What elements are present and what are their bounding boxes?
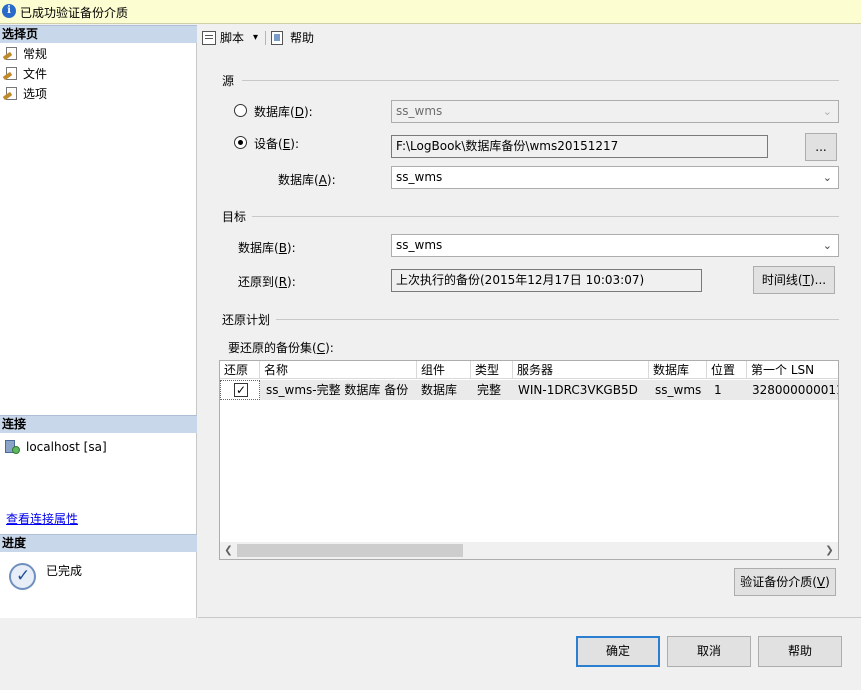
column-header-name[interactable]: 名称 bbox=[260, 361, 417, 379]
table-cell-name: ss_wms-完整 数据库 备份 bbox=[260, 380, 417, 400]
page-settings-icon bbox=[2, 87, 19, 101]
device-radio[interactable] bbox=[234, 136, 247, 149]
page-item-files[interactable]: 文件 bbox=[2, 65, 48, 83]
chevron-down-icon: ⌄ bbox=[822, 239, 832, 252]
progress-header: 进度 bbox=[0, 534, 197, 552]
table-cell-server: WIN-1DRC3VKGB5D bbox=[513, 380, 649, 400]
divider bbox=[276, 319, 839, 320]
toolbar: 脚本 ▾ 帮助 bbox=[198, 25, 861, 51]
view-connection-properties-link[interactable]: 查看连接属性 bbox=[6, 510, 78, 527]
verify-media-button[interactable]: 验证备份介质(V) bbox=[734, 568, 836, 596]
table-cell-component: 数据库 bbox=[417, 380, 471, 400]
server-name: localhost [sa] bbox=[26, 440, 107, 454]
column-header-type[interactable]: 类型 bbox=[471, 361, 513, 379]
divider bbox=[198, 617, 861, 618]
column-header-component[interactable]: 组件 bbox=[417, 361, 471, 379]
help-toolbar-button[interactable]: 帮助 bbox=[290, 29, 314, 47]
column-header-position[interactable]: 位置 bbox=[707, 361, 747, 379]
page-item-label: 常规 bbox=[23, 47, 48, 61]
table-cell-first-lsn: 32800000001112 bbox=[747, 380, 838, 400]
horizontal-scrollbar[interactable]: ❮ ❯ bbox=[220, 542, 838, 559]
chevron-down-icon: ⌄ bbox=[822, 171, 832, 184]
chevron-down-icon: ⌄ bbox=[822, 105, 832, 118]
restore-to-field[interactable]: 上次执行的备份(2015年12月17日 10:03:07) bbox=[391, 269, 702, 292]
database-radio[interactable] bbox=[234, 104, 247, 117]
page-item-general[interactable]: 常规 bbox=[2, 45, 48, 63]
restore-to-label: 还原到(R): bbox=[238, 275, 296, 289]
completed-check-icon: ✓ bbox=[9, 563, 36, 590]
device-path-field[interactable]: F:\LogBook\数据库备份\wms20151217 bbox=[391, 135, 768, 158]
toolbar-divider bbox=[265, 31, 266, 45]
column-header-server[interactable]: 服务器 bbox=[513, 361, 649, 379]
info-icon: i bbox=[2, 4, 16, 18]
cancel-button[interactable]: 取消 bbox=[667, 636, 751, 667]
left-panel: 选择页 常规 文件 选项 连接 localhost [sa] 查看连接属性 进度… bbox=[0, 25, 197, 618]
select-page-header: 选择页 bbox=[0, 25, 197, 43]
scrollbar-thumb[interactable] bbox=[237, 544, 463, 557]
table-cell-type: 完整 bbox=[471, 380, 513, 400]
target-group-label: 目标 bbox=[222, 210, 247, 224]
restore-checkbox[interactable]: ✓ bbox=[234, 383, 248, 397]
page-settings-icon bbox=[2, 47, 19, 61]
page-item-options[interactable]: 选项 bbox=[2, 85, 48, 103]
source-db-select[interactable]: ss_wms ⌄ bbox=[391, 166, 839, 189]
divider bbox=[252, 216, 839, 217]
page-item-label: 选项 bbox=[23, 87, 48, 101]
browse-button[interactable]: ... bbox=[805, 133, 837, 161]
page-settings-icon bbox=[2, 67, 19, 81]
table-cell-database: ss_wms bbox=[649, 380, 707, 400]
target-db-label: 数据库(B): bbox=[238, 241, 296, 255]
left-footer bbox=[0, 618, 197, 690]
server-connection: localhost [sa] bbox=[4, 438, 107, 456]
divider bbox=[242, 80, 839, 81]
scroll-right-icon[interactable]: ❯ bbox=[821, 542, 838, 559]
column-header-database[interactable]: 数据库 bbox=[649, 361, 707, 379]
progress-status: 已完成 bbox=[46, 564, 83, 578]
script-dropdown-icon[interactable]: ▾ bbox=[253, 29, 258, 47]
page-item-label: 文件 bbox=[23, 67, 48, 81]
server-icon bbox=[4, 440, 20, 454]
ok-button[interactable]: 确定 bbox=[576, 636, 660, 667]
database-radio-label: 数据库(D): bbox=[254, 105, 313, 119]
column-header-first-lsn[interactable]: 第一个 LSN bbox=[747, 361, 838, 379]
restore-plan-label: 还原计划 bbox=[222, 313, 271, 327]
help-button[interactable]: 帮助 bbox=[758, 636, 842, 667]
table-cell-position: 1 bbox=[707, 380, 747, 400]
info-message: 已成功验证备份介质 bbox=[20, 6, 129, 20]
target-db-select[interactable]: ss_wms ⌄ bbox=[391, 234, 839, 257]
backup-sets-grid: 还原 名称 组件 类型 服务器 数据库 位置 第一个 LSN ✓ ss_wms-… bbox=[219, 360, 839, 560]
timeline-button[interactable]: 时间线(T)... bbox=[753, 266, 835, 294]
source-group-label: 源 bbox=[222, 74, 235, 88]
source-database-select[interactable]: ss_wms ⌄ bbox=[391, 100, 839, 123]
device-radio-label: 设备(E): bbox=[254, 137, 300, 151]
backup-sets-label: 要还原的备份集(C): bbox=[228, 341, 334, 355]
connection-header: 连接 bbox=[0, 415, 197, 433]
scroll-left-icon[interactable]: ❮ bbox=[220, 542, 237, 559]
column-header-restore[interactable]: 还原 bbox=[220, 361, 260, 379]
help-icon[interactable] bbox=[270, 29, 286, 47]
script-button[interactable]: 脚本 bbox=[220, 29, 244, 47]
source-db-label: 数据库(A): bbox=[278, 173, 336, 187]
script-icon[interactable] bbox=[202, 29, 218, 47]
info-bar: i 已成功验证备份介质 bbox=[0, 0, 861, 24]
